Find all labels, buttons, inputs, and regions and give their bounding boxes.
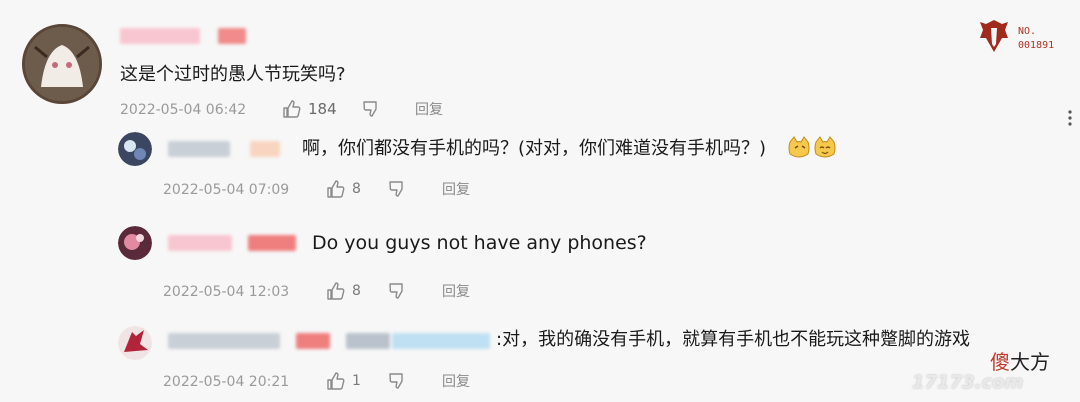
thumb-up-icon xyxy=(283,100,301,118)
reply-button[interactable]: 回复 xyxy=(442,373,470,391)
comment-text: Do you guys not have any phones? xyxy=(312,232,647,254)
reply-button[interactable]: 回复 xyxy=(442,283,470,301)
avatar[interactable] xyxy=(118,226,152,260)
dislike-button[interactable] xyxy=(388,179,408,199)
thumb-down-icon xyxy=(389,283,403,299)
avatar[interactable] xyxy=(118,132,152,166)
badge-number-label: NO. xyxy=(1018,26,1037,37)
like-button[interactable]: 184 xyxy=(282,99,337,119)
thumb-up-icon xyxy=(327,282,345,300)
avatar[interactable] xyxy=(118,326,152,360)
avatar-image xyxy=(25,27,99,101)
thumb-down-icon xyxy=(389,181,403,197)
like-button[interactable]: 8 xyxy=(326,179,361,199)
user-title-redacted xyxy=(392,333,490,349)
more-options-icon[interactable] xyxy=(1068,110,1072,130)
user-badge-redacted xyxy=(296,333,330,349)
user-badge-redacted xyxy=(218,28,246,44)
like-count: 1 xyxy=(352,373,361,389)
thumb-down-icon xyxy=(389,373,403,389)
reply-button[interactable]: 回复 xyxy=(415,101,443,119)
badge-number: 001891 xyxy=(1018,40,1055,51)
thumb-down-icon xyxy=(363,101,377,117)
comment-timestamp: 2022-05-04 07:09 xyxy=(163,182,290,198)
avatar-image xyxy=(118,226,152,260)
cat-emoji-icon xyxy=(788,136,836,164)
dislike-button[interactable] xyxy=(388,371,408,391)
avatar[interactable] xyxy=(22,24,102,104)
comment-text: :对，我的确没有手机，就算有手机也不能玩这种蹩脚的游戏 xyxy=(496,329,971,350)
comment-timestamp: 2022-05-04 20:21 xyxy=(163,374,290,390)
like-button[interactable]: 8 xyxy=(326,281,361,301)
like-button[interactable]: 1 xyxy=(326,371,361,391)
like-count: 8 xyxy=(352,181,361,197)
comment-timestamp: 2022-05-04 12:03 xyxy=(163,284,290,300)
watermark-site: 17173.com xyxy=(912,372,1024,393)
user-badge-redacted xyxy=(248,235,296,251)
dislike-button[interactable] xyxy=(362,99,382,119)
like-count: 184 xyxy=(308,100,337,118)
faction-emblem-icon xyxy=(978,18,1010,58)
username-redacted xyxy=(120,28,200,44)
reply-button[interactable]: 回复 xyxy=(442,181,470,199)
post-text: 这是个过时的愚人节玩笑吗? xyxy=(120,64,346,85)
thumb-up-icon xyxy=(327,180,345,198)
like-count: 8 xyxy=(352,283,361,299)
user-title-redacted xyxy=(346,333,390,349)
avatar-image xyxy=(118,326,152,360)
username-redacted xyxy=(168,333,280,349)
user-badge-redacted xyxy=(250,141,280,157)
comment-text: 啊，你们都没有手机的吗？(对对，你们难道没有手机吗？) xyxy=(302,138,767,159)
avatar-image xyxy=(118,132,152,166)
username-redacted xyxy=(168,235,232,251)
post-timestamp: 2022-05-04 06:42 xyxy=(120,102,247,118)
thumb-up-icon xyxy=(327,372,345,390)
dislike-button[interactable] xyxy=(388,281,408,301)
username-redacted xyxy=(168,141,230,157)
watermark-brand: 傻大方 xyxy=(990,350,1050,374)
